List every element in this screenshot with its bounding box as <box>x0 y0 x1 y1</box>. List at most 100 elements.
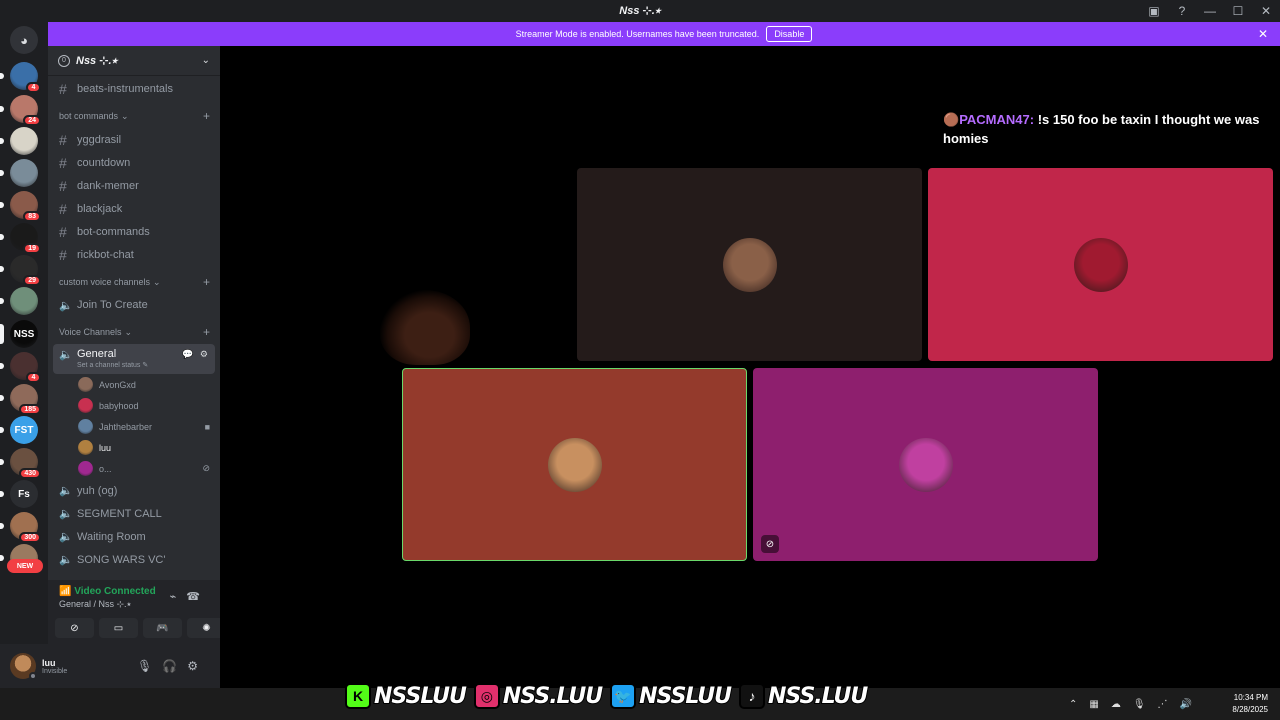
social-handle: K NSSLUU <box>345 683 468 710</box>
chevron-up-icon[interactable]: ⌃ <box>1069 699 1077 710</box>
voice-member[interactable]: luu <box>48 437 220 458</box>
category-label: custom voice channels <box>59 277 151 287</box>
server-icon[interactable]: 4 <box>0 352 41 383</box>
server-icon[interactable]: NSS <box>0 320 38 348</box>
channel-general[interactable]: 🔈 General Set a channel status ✎ 💬 ⚙ <box>53 344 215 374</box>
unread-pip <box>0 266 4 272</box>
participant-tile[interactable]: ⊘ <box>753 368 1098 561</box>
speaker-icon: 🔈 <box>59 485 73 497</box>
channel-label: Waiting Room <box>77 530 146 543</box>
avatar <box>78 377 93 392</box>
channel-label: rickbot-chat <box>77 248 134 261</box>
voice-channel[interactable]: 🔈 SONG WARS VC' <box>48 548 220 571</box>
channel-label: dank-memer <box>77 179 139 192</box>
camera-toggle-button[interactable]: ⊘ <box>55 618 94 638</box>
channel-rickbot-chat[interactable]: # rickbot-chat <box>48 243 220 266</box>
social-icon: 🐦 <box>610 683 637 709</box>
unread-pip <box>0 106 4 112</box>
channel-status[interactable]: Set a channel status ✎ <box>77 361 148 369</box>
server-icon[interactable]: 4 <box>0 62 41 93</box>
server-icon[interactable]: 83 <box>0 191 41 222</box>
channel-beats-instrumentals[interactable]: # beats-instrumentals <box>48 78 220 100</box>
microphone-icon[interactable]: 🎙 <box>137 659 162 673</box>
channel-label: General <box>77 348 117 360</box>
participant-tile[interactable] <box>577 168 922 361</box>
server-icon[interactable]: 24 <box>0 95 41 126</box>
app-icon[interactable]: ▦ <box>1089 699 1098 710</box>
channel-controls[interactable]: 💬 ⚙ <box>182 349 210 360</box>
help-icon[interactable]: ? <box>1168 0 1196 22</box>
channel-countdown[interactable]: # countdown <box>48 151 220 174</box>
volume-icon[interactable]: 🔊 <box>1180 699 1192 710</box>
hash-icon: # <box>59 131 67 148</box>
voice-member[interactable]: AvonGxd <box>48 374 220 395</box>
category-custom-voice[interactable]: custom voice channels ⌄ + <box>48 270 220 294</box>
clock-time: 10:34 PM <box>1233 693 1268 702</box>
avatar <box>78 419 93 434</box>
channel-label: beats-instrumentals <box>77 83 173 95</box>
voice-member[interactable]: o... ⊘ <box>48 458 220 479</box>
network-icon[interactable]: ⋰ <box>1158 699 1168 710</box>
channel-bot-commands[interactable]: # bot-commands <box>48 220 220 243</box>
server-icon[interactable]: Fs <box>0 480 38 508</box>
microphone-icon[interactable]: 🎙 <box>1133 699 1146 710</box>
speaker-icon: 🔈 <box>59 554 73 566</box>
guild-header[interactable]: 0 Nss ⊹.⭑ ⌄ <box>48 46 220 76</box>
close-window-icon[interactable]: ✕ <box>1252 0 1280 22</box>
add-channel-icon[interactable]: + <box>203 109 210 123</box>
channel-label: bot-commands <box>77 225 150 238</box>
avatar <box>78 461 93 476</box>
inbox-icon[interactable]: ▣ <box>1140 0 1168 22</box>
maximize-icon[interactable]: ☐ <box>1224 0 1252 22</box>
server-icon[interactable]: 300 <box>0 512 41 543</box>
channel-join-to-create[interactable]: 🔈 Join To Create <box>48 294 220 316</box>
channel-yggdrasil[interactable]: # yggdrasil <box>48 128 220 151</box>
gear-icon[interactable]: ⚙ <box>187 659 208 673</box>
voice-channel[interactable]: 🔈 Waiting Room <box>48 525 220 548</box>
discord-home-button[interactable]: ◕ <box>10 26 38 54</box>
user-panel: luu Invisible 🎙🎧⚙ <box>0 644 220 688</box>
member-name: babyhood <box>99 400 139 411</box>
server-icon[interactable]: 19 <box>0 223 41 254</box>
chevron-down-icon: ⌄ <box>201 55 210 66</box>
activities-button[interactable]: 🎮 <box>143 618 182 638</box>
unread-pip <box>0 395 4 401</box>
clock-date: 8/28/2025 <box>1232 705 1268 714</box>
channel-blackjack[interactable]: # blackjack <box>48 197 220 220</box>
headphones-icon[interactable]: 🎧 <box>162 659 187 673</box>
hash-icon: # <box>59 200 67 217</box>
avatar[interactable] <box>10 653 37 680</box>
participant-tile-speaking[interactable] <box>402 368 747 561</box>
voice-channel[interactable]: 🔈 SEGMENT CALL <box>48 502 220 525</box>
server-icon[interactable] <box>0 127 38 155</box>
channel-label: blackjack <box>77 202 123 215</box>
server-icon[interactable]: FST <box>0 416 38 444</box>
server-icon[interactable]: 185 <box>0 384 41 415</box>
category-voice-channels[interactable]: Voice Channels ⌄ + <box>48 320 220 344</box>
server-icon[interactable] <box>0 287 38 315</box>
social-text: NSS.LUU <box>502 683 604 710</box>
voice-member[interactable]: babyhood <box>48 395 220 416</box>
voice-channel[interactable]: 🔈 yuh (og) <box>48 479 220 502</box>
speaker-icon: 🔈 <box>59 349 73 361</box>
close-banner-icon[interactable]: ✕ <box>1258 27 1268 41</box>
add-channel-icon[interactable]: + <box>203 325 210 339</box>
minimize-icon[interactable]: — <box>1196 0 1224 22</box>
disable-streamer-mode-button[interactable]: Disable <box>766 26 813 42</box>
server-avatar <box>10 159 38 187</box>
server-icon[interactable] <box>0 159 38 187</box>
disconnect-icon[interactable]: ☎ <box>186 591 210 603</box>
screen-share-button[interactable]: ▭ <box>99 618 138 638</box>
voice-member[interactable]: Jahthebarber ■ <box>48 416 220 437</box>
add-channel-icon[interactable]: + <box>203 275 210 289</box>
channel-dank-memer[interactable]: # dank-memer <box>48 174 220 197</box>
video-icon: ■ <box>204 421 210 432</box>
taskbar-clock[interactable]: 10:34 PM 8/28/2025 <box>1232 692 1268 716</box>
cloud-icon[interactable]: ☁ <box>1111 699 1121 710</box>
social-text: NSSLUU <box>638 683 733 710</box>
server-icon[interactable]: 29 <box>0 255 41 286</box>
participant-tile[interactable] <box>928 168 1273 361</box>
noise-suppression-icon[interactable]: ⌁ <box>170 591 187 603</box>
category-bot-commands[interactable]: bot commands ⌄ + <box>48 104 220 128</box>
server-icon[interactable]: 430 <box>0 448 41 479</box>
